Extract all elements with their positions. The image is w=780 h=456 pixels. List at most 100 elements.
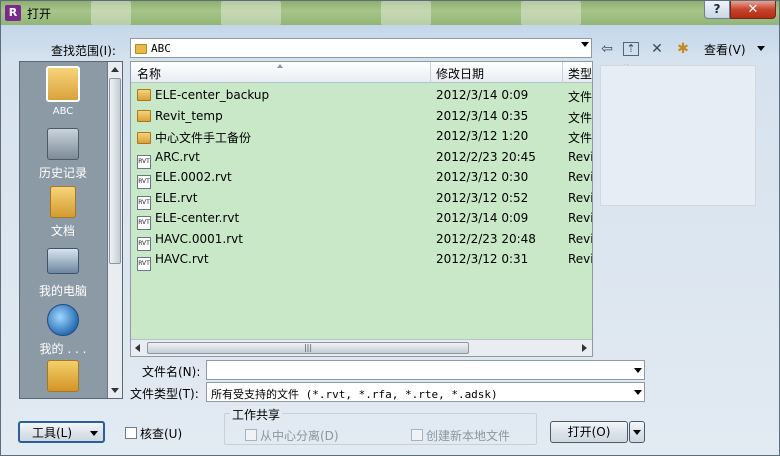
chevron-down-icon (581, 42, 589, 47)
file-name-text: HAVC.0001.rvt (155, 231, 243, 246)
folder-icon (135, 44, 147, 54)
folder-icon (137, 109, 151, 122)
title-bar-decoration (91, 1, 131, 25)
file-type: 文件夹 (568, 131, 593, 145)
open-button[interactable]: 打开(O) (550, 421, 628, 443)
audit-label: 核查(U) (140, 427, 183, 441)
scrollbar-thumb[interactable]: ||| (147, 342, 469, 354)
file-name-text: ELE.rvt (155, 190, 198, 205)
filename-input[interactable] (206, 360, 645, 380)
create-local-label: 创建新本地文件 (426, 429, 511, 443)
title-bar-decoration (381, 1, 431, 25)
scroll-right-icon[interactable] (582, 344, 587, 352)
file-row[interactable]: RVT HAVC.rvt 2012/3/12 0:31 Revit (131, 249, 592, 271)
file-type: Revit (568, 211, 592, 225)
chevron-down-icon (633, 430, 641, 435)
scroll-left-icon[interactable] (135, 344, 140, 352)
file-row[interactable]: RVTARC.rvt 2012/2/23 20:45 Revit (131, 147, 592, 169)
column-separator[interactable] (562, 62, 563, 83)
detach-checkbox[interactable] (245, 429, 257, 441)
help-button[interactable]: ? (704, 1, 730, 19)
file-row[interactable]: 中心文件手工备份 2012/3/12 1:20 文件夹 (131, 126, 592, 146)
file-row[interactable]: Revit_temp 2012/3/14 0:35 文件夹 (131, 106, 592, 126)
places-bar: ABC 历史记录 文档 我的电脑 我的 . . . (19, 61, 123, 399)
file-date: 2012/2/23 20:45 (436, 149, 536, 164)
tools-button-label: 工具(L) (32, 426, 73, 440)
preview-pane (600, 65, 756, 206)
delete-icon[interactable]: ✕ (648, 41, 666, 57)
file-name-text: HAVC.rvt (155, 252, 209, 266)
scroll-down-icon[interactable] (111, 388, 119, 393)
column-name[interactable]: 名称 (137, 65, 161, 82)
network-icon (47, 304, 79, 336)
file-name-text: Revit_temp (155, 108, 223, 123)
lookin-label: 查找范围(I): (51, 44, 116, 58)
column-separator[interactable] (430, 62, 431, 83)
title-bar[interactable]: R 打开 ? ✕ (1, 1, 779, 25)
window-title: 打开 (27, 7, 52, 21)
file-row[interactable]: RVTHAVC.0001.rvt 2012/2/23 20:48 Revit (131, 229, 592, 251)
file-date: 2012/3/14 0:09 (436, 88, 529, 102)
rvt-file-icon: RVT (137, 257, 151, 271)
tools-button[interactable]: 工具(L) (18, 421, 105, 443)
filetype-label: 文件类型(T): (130, 387, 199, 401)
views-button[interactable]: 查看(V) (704, 41, 746, 58)
audit-checkbox[interactable] (125, 427, 137, 439)
detach-label: 从中心分离(D) (260, 429, 339, 443)
file-row[interactable]: RVTELE.rvt 2012/3/12 0:52 Revit (131, 188, 592, 210)
scrollbar-thumb[interactable] (109, 78, 121, 264)
sort-asc-icon (277, 64, 283, 68)
chevron-down-icon[interactable] (634, 368, 642, 373)
file-row[interactable]: ELE-center_backup 2012/3/14 0:09 文件夹 (131, 85, 592, 105)
file-name-text: 中心文件手工备份 (155, 131, 252, 145)
place-abc[interactable]: ABC (20, 66, 106, 117)
file-name: RVT ARC.rvt (137, 150, 200, 169)
column-date[interactable]: 修改日期 (436, 65, 484, 82)
place-network[interactable]: 我的 . . . (20, 304, 106, 357)
horizontal-scrollbar[interactable]: ||| (131, 339, 592, 356)
scroll-up-icon[interactable] (111, 67, 119, 72)
place-history[interactable]: 历史记录 (20, 128, 106, 181)
place-favorites[interactable] (20, 360, 106, 392)
revit-app-icon: R (5, 5, 21, 21)
file-name: ELE-center_backup (137, 88, 269, 102)
lookin-value: ABC (135, 42, 171, 55)
file-date: 2012/3/12 0:31 (436, 252, 529, 266)
place-label: 我的电脑 (38, 284, 87, 298)
back-icon[interactable]: ⇦ (598, 41, 616, 57)
new-folder-icon[interactable]: ✱ (674, 41, 692, 57)
file-name: RVT ELE.rvt (137, 191, 197, 210)
file-type: Revit (568, 170, 592, 184)
file-date: 2012/3/12 1:20 (436, 129, 529, 143)
open-options-button[interactable] (629, 421, 645, 443)
favorites-icon (47, 360, 79, 392)
file-type: Revit (568, 231, 592, 246)
filename-label: 文件名(N): (142, 365, 201, 379)
computer-icon (47, 248, 79, 274)
place-computer[interactable]: 我的电脑 (20, 248, 106, 299)
file-row[interactable]: RVTELE.0002.rvt 2012/3/12 0:30 Revit (131, 167, 592, 189)
list-header: 名称 修改日期 类型 (131, 62, 592, 83)
lookin-value-text: ABC (151, 42, 171, 55)
file-name: RVT ELE-center.rvt (137, 211, 239, 230)
file-name: RVT ELE.0002.rvt (137, 170, 232, 189)
place-documents[interactable]: 文档 (20, 186, 106, 239)
up-folder-icon[interactable]: ⇡ (623, 42, 639, 56)
file-list: 名称 修改日期 类型 ELE-center_backup 2012/3/14 0:… (130, 61, 593, 357)
views-dropdown-icon[interactable] (757, 46, 765, 51)
open-dialog: R 打开 ? ✕ 查找范围(I): ABC ⇦ ⇡ ✕ ✱ 查看(V) ABC … (0, 0, 780, 456)
chevron-down-icon[interactable] (634, 390, 642, 395)
documents-icon (50, 186, 76, 218)
file-name-text: ELE-center.rvt (155, 211, 240, 225)
filetype-select[interactable]: 所有受支持的文件 (*.rvt, *.rfa, *.rte, *.adsk) (206, 382, 645, 402)
places-scrollbar[interactable] (107, 62, 122, 398)
create-local-checkbox[interactable] (411, 429, 423, 441)
place-label: ABC (52, 106, 74, 117)
column-type[interactable]: 类型 (568, 65, 592, 82)
lookin-combo[interactable]: ABC (130, 38, 592, 58)
file-row[interactable]: RVTELE-center.rvt 2012/3/14 0:09 Revit (131, 208, 592, 230)
close-button[interactable]: ✕ (730, 1, 776, 19)
file-name: Revit_temp (137, 109, 223, 123)
file-date: 2012/3/14 0:35 (436, 108, 529, 123)
file-date: 2012/3/12 0:30 (436, 170, 529, 184)
